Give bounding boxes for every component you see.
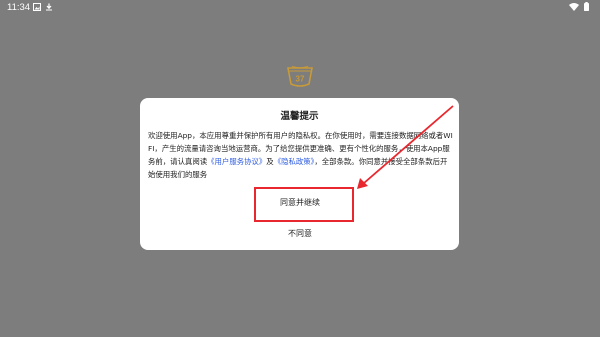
status-bar: 11:34	[0, 0, 600, 14]
image-notification-icon	[33, 3, 41, 11]
wifi-icon	[569, 3, 579, 11]
system-icons	[569, 2, 589, 11]
dialog-title: 温馨提示	[280, 111, 319, 122]
download-notification-icon	[46, 3, 52, 11]
battery-icon	[584, 2, 589, 11]
logo-text: 37	[296, 75, 305, 84]
highlight-box	[254, 187, 354, 222]
dialog-body: 欢迎使用App，本应用尊重并保护所有用户的隐私权。在你使用时，需要连接数据网络或…	[148, 129, 454, 181]
and-text: 及	[266, 157, 274, 166]
privacy-policy-link[interactable]: 《隐私政策》	[274, 157, 315, 166]
disagree-button[interactable]: 不同意	[0, 228, 600, 239]
app-logo: 37	[287, 66, 313, 87]
user-agreement-link[interactable]: 《用户服务协议》	[207, 157, 266, 166]
status-time: 11:34	[7, 2, 31, 13]
